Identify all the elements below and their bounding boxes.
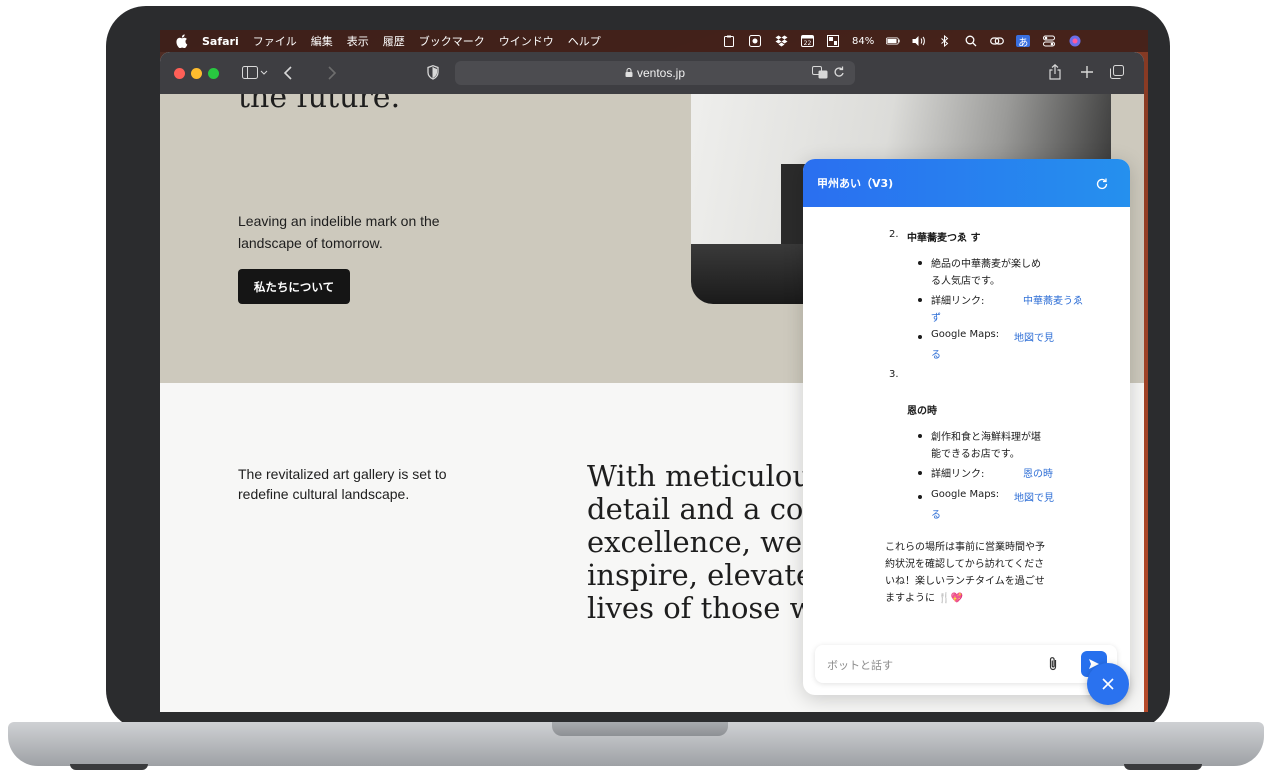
hero-subtitle: Leaving an indelible mark on the landsca… [238, 213, 440, 251]
menu-bar: Safari ファイル 編集 表示 履歴 ブックマーク ウインドウ ヘルプ 22 [160, 30, 1148, 52]
restaurant-description: る人気店です。 [931, 276, 1000, 287]
volume-icon[interactable] [912, 35, 926, 47]
laptop-mockup: Safari ファイル 編集 表示 履歴 ブックマーク ウインドウ ヘルプ 22 [0, 0, 1272, 775]
calendar-icon[interactable]: 22 [800, 35, 814, 47]
closing-message: ますように 🍴💖 [885, 593, 964, 604]
detail-label: 詳細リンク: [931, 469, 985, 480]
lock-icon [625, 61, 633, 77]
restaurant-name: 恩の時 [907, 406, 937, 417]
chat-input-placeholder: ボットと話す [827, 659, 893, 672]
restaurant-description: 創作和食と海鮮料理が堪 [931, 432, 1041, 443]
restaurant-description: 絶品の中華蕎麦が楽しめ [931, 259, 1041, 270]
privacy-shield-icon[interactable] [427, 65, 439, 83]
closing-message: これらの場所は事前に営業時間や予 [885, 542, 1045, 553]
chat-widget: 甲州あい（V3) 2. 中華蕎麦つゑ す 絶品の中華蕎麦が楽しめ る人気店です。… [803, 159, 1130, 695]
siri-icon[interactable] [1068, 35, 1082, 47]
menu-edit[interactable]: 編集 [311, 33, 333, 49]
menu-file[interactable]: ファイル [253, 33, 297, 49]
bullet [918, 261, 922, 265]
browser-toolbar: ventos.jp [160, 52, 1144, 94]
chat-input[interactable]: ボットと話す [815, 645, 1117, 683]
battery-icon[interactable] [886, 35, 900, 47]
menu-view[interactable]: 表示 [347, 33, 369, 49]
maps-label: Google Maps: [931, 329, 1000, 340]
battery-percent: 84% [852, 35, 875, 47]
link-icon[interactable] [990, 35, 1005, 47]
closing-message: いね！楽しいランチタイムを過ごせ [885, 576, 1045, 587]
bullet [918, 471, 922, 475]
minimize-window-button[interactable] [191, 68, 202, 79]
detail-link[interactable]: ず [931, 309, 941, 324]
menu-history[interactable]: 履歴 [383, 33, 405, 49]
screen: Safari ファイル 編集 表示 履歴 ブックマーク ウインドウ ヘルプ 22 [160, 30, 1148, 712]
sidebar-toggle-icon[interactable] [242, 66, 268, 83]
gallery-description: The revitalized art gallery is set to re… [238, 466, 447, 502]
control-center-icon[interactable] [1042, 35, 1056, 47]
close-icon [1102, 678, 1114, 690]
list-number: 3. [889, 369, 899, 380]
bullet [918, 335, 922, 339]
close-window-button[interactable] [174, 68, 185, 79]
detail-link[interactable]: 中華蕎麦うゑ [1023, 292, 1083, 307]
menu-extras: 22 84% あ [722, 30, 1082, 52]
tab-overview-icon[interactable] [1110, 65, 1124, 82]
back-icon[interactable] [283, 66, 293, 83]
menu-app-name[interactable]: Safari [202, 35, 239, 48]
svg-text:22: 22 [803, 40, 811, 47]
translate-icon[interactable] [812, 66, 828, 82]
restaurant-name: 中華蕎麦つゑ す [907, 233, 981, 244]
chat-title: 甲州あい（V3) [817, 177, 894, 190]
laptop-foot-right [1124, 764, 1202, 770]
bluetooth-icon[interactable] [938, 35, 952, 47]
app-icon[interactable] [748, 35, 762, 47]
address-bar[interactable]: ventos.jp [455, 61, 855, 85]
search-icon[interactable] [964, 35, 978, 47]
input-method-label: あ [1018, 37, 1029, 49]
detail-label: 詳細リンク: [931, 296, 985, 307]
web-page: the future. Leaving an indelible mark on… [160, 94, 1144, 712]
maps-label: Google Maps: [931, 489, 1000, 500]
maps-link[interactable]: る [931, 506, 941, 521]
closing-message: 約状況を確認してから訪れてくださ [885, 559, 1045, 570]
menu-help[interactable]: ヘルプ [568, 33, 601, 49]
url-text: ventos.jp [636, 66, 686, 80]
maps-link[interactable]: 地図で見 [1014, 489, 1054, 504]
laptop-base-notch [552, 722, 728, 736]
forward-icon[interactable] [327, 66, 337, 83]
input-method-icon[interactable]: あ [1016, 35, 1031, 49]
list-number: 2. [889, 229, 899, 240]
safari-window: ventos.jp the future. Leaving an indelib… [160, 52, 1144, 712]
screen-icon[interactable] [826, 35, 840, 47]
clipboard-icon[interactable] [722, 35, 736, 47]
chat-messages: 2. 中華蕎麦つゑ す 絶品の中華蕎麦が楽しめ る人気店です。 詳細リンク: 中… [803, 207, 1130, 637]
detail-link[interactable]: 恩の時 [1023, 465, 1053, 480]
new-tab-icon[interactable] [1080, 65, 1094, 82]
attachment-icon[interactable] [1047, 656, 1061, 672]
refresh-icon[interactable] [1095, 176, 1109, 190]
maps-link[interactable]: る [931, 346, 941, 361]
chat-close-button[interactable] [1087, 663, 1129, 705]
dropbox-icon[interactable] [774, 35, 788, 47]
bullet [918, 434, 922, 438]
maps-link[interactable]: 地図で見 [1014, 329, 1054, 344]
reload-icon[interactable] [833, 66, 845, 82]
window-controls [174, 68, 219, 79]
bullet [918, 495, 922, 499]
about-us-button[interactable]: 私たちについて [238, 269, 350, 304]
menu-bookmarks[interactable]: ブックマーク [419, 33, 485, 49]
hero-title: the future. [238, 94, 401, 115]
bullet [918, 298, 922, 302]
chat-header: 甲州あい（V3) [803, 159, 1130, 207]
apple-icon[interactable] [176, 34, 190, 49]
share-icon[interactable] [1049, 63, 1061, 83]
address-text-wrap: ventos.jp [455, 61, 855, 85]
zoom-window-button[interactable] [208, 68, 219, 79]
menu-window[interactable]: ウインドウ [499, 33, 554, 49]
laptop-foot-left [70, 764, 148, 770]
restaurant-description: 能できるお店です。 [931, 449, 1020, 460]
